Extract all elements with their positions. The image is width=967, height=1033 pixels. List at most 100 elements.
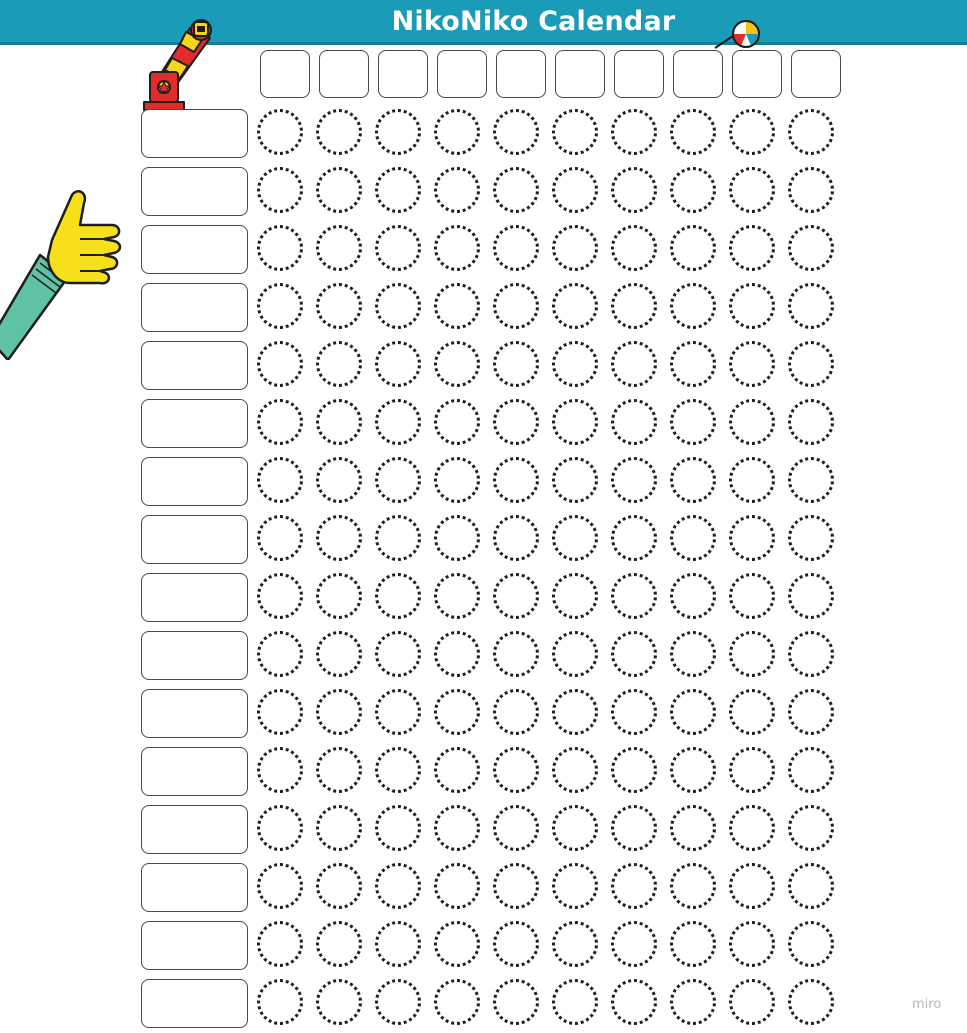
- mood-circle[interactable]: [375, 457, 421, 503]
- mood-circle[interactable]: [788, 515, 834, 561]
- mood-circle[interactable]: [493, 747, 539, 793]
- mood-circle[interactable]: [434, 399, 480, 445]
- mood-circle[interactable]: [729, 399, 775, 445]
- mood-circle[interactable]: [434, 283, 480, 329]
- member-name-cell-8[interactable]: [141, 515, 248, 564]
- mood-circle[interactable]: [611, 283, 657, 329]
- mood-circle[interactable]: [434, 515, 480, 561]
- mood-circle[interactable]: [316, 921, 362, 967]
- mood-circle[interactable]: [257, 747, 303, 793]
- mood-circle[interactable]: [316, 399, 362, 445]
- mood-circle[interactable]: [788, 457, 834, 503]
- mood-circle[interactable]: [375, 747, 421, 793]
- mood-circle[interactable]: [552, 283, 598, 329]
- member-name-cell-10[interactable]: [141, 631, 248, 680]
- mood-circle[interactable]: [611, 921, 657, 967]
- day-cell-7[interactable]: [614, 50, 664, 98]
- mood-circle[interactable]: [611, 399, 657, 445]
- mood-circle[interactable]: [552, 805, 598, 851]
- mood-circle[interactable]: [493, 341, 539, 387]
- mood-circle[interactable]: [788, 167, 834, 213]
- member-name-cell-6[interactable]: [141, 399, 248, 448]
- mood-circle[interactable]: [552, 689, 598, 735]
- mood-circle[interactable]: [434, 689, 480, 735]
- mood-circle[interactable]: [257, 399, 303, 445]
- mood-circle[interactable]: [375, 689, 421, 735]
- mood-circle[interactable]: [729, 631, 775, 677]
- mood-circle[interactable]: [670, 747, 716, 793]
- mood-circle[interactable]: [670, 167, 716, 213]
- mood-circle[interactable]: [434, 921, 480, 967]
- mood-circle[interactable]: [611, 341, 657, 387]
- member-name-cell-16[interactable]: [141, 979, 248, 1028]
- mood-circle[interactable]: [316, 805, 362, 851]
- mood-circle[interactable]: [670, 341, 716, 387]
- mood-circle[interactable]: [316, 515, 362, 561]
- mood-circle[interactable]: [257, 167, 303, 213]
- mood-circle[interactable]: [788, 341, 834, 387]
- member-name-cell-13[interactable]: [141, 805, 248, 854]
- mood-circle[interactable]: [257, 225, 303, 271]
- mood-circle[interactable]: [788, 399, 834, 445]
- mood-circle[interactable]: [375, 921, 421, 967]
- mood-circle[interactable]: [729, 979, 775, 1025]
- mood-circle[interactable]: [257, 979, 303, 1025]
- mood-circle[interactable]: [670, 631, 716, 677]
- mood-circle[interactable]: [257, 921, 303, 967]
- mood-circle[interactable]: [493, 863, 539, 909]
- mood-circle[interactable]: [788, 109, 834, 155]
- mood-circle[interactable]: [316, 631, 362, 677]
- mood-circle[interactable]: [316, 689, 362, 735]
- mood-circle[interactable]: [670, 979, 716, 1025]
- mood-circle[interactable]: [552, 921, 598, 967]
- mood-circle[interactable]: [493, 515, 539, 561]
- mood-circle[interactable]: [375, 515, 421, 561]
- mood-circle[interactable]: [729, 109, 775, 155]
- mood-circle[interactable]: [788, 805, 834, 851]
- mood-circle[interactable]: [434, 805, 480, 851]
- mood-circle[interactable]: [493, 283, 539, 329]
- mood-circle[interactable]: [611, 631, 657, 677]
- member-name-cell-12[interactable]: [141, 747, 248, 796]
- mood-circle[interactable]: [611, 805, 657, 851]
- mood-circle[interactable]: [611, 747, 657, 793]
- mood-circle[interactable]: [552, 109, 598, 155]
- mood-circle[interactable]: [729, 283, 775, 329]
- mood-circle[interactable]: [257, 515, 303, 561]
- mood-circle[interactable]: [670, 805, 716, 851]
- mood-circle[interactable]: [316, 979, 362, 1025]
- mood-circle[interactable]: [493, 631, 539, 677]
- mood-circle[interactable]: [611, 689, 657, 735]
- mood-circle[interactable]: [434, 979, 480, 1025]
- day-cell-6[interactable]: [555, 50, 605, 98]
- mood-circle[interactable]: [316, 167, 362, 213]
- mood-circle[interactable]: [729, 863, 775, 909]
- day-cell-3[interactable]: [378, 50, 428, 98]
- day-cell-1[interactable]: [260, 50, 310, 98]
- mood-circle[interactable]: [552, 515, 598, 561]
- member-name-cell-2[interactable]: [141, 167, 248, 216]
- mood-circle[interactable]: [788, 225, 834, 271]
- mood-circle[interactable]: [670, 863, 716, 909]
- mood-circle[interactable]: [375, 167, 421, 213]
- mood-circle[interactable]: [434, 573, 480, 619]
- mood-circle[interactable]: [316, 747, 362, 793]
- mood-circle[interactable]: [257, 631, 303, 677]
- mood-circle[interactable]: [611, 573, 657, 619]
- mood-circle[interactable]: [670, 225, 716, 271]
- mood-circle[interactable]: [493, 979, 539, 1025]
- mood-circle[interactable]: [493, 225, 539, 271]
- mood-circle[interactable]: [788, 747, 834, 793]
- mood-circle[interactable]: [552, 399, 598, 445]
- mood-circle[interactable]: [729, 167, 775, 213]
- mood-circle[interactable]: [375, 573, 421, 619]
- mood-circle[interactable]: [375, 341, 421, 387]
- mood-circle[interactable]: [729, 805, 775, 851]
- mood-circle[interactable]: [493, 399, 539, 445]
- mood-circle[interactable]: [257, 283, 303, 329]
- mood-circle[interactable]: [375, 399, 421, 445]
- mood-circle[interactable]: [257, 689, 303, 735]
- mood-circle[interactable]: [434, 341, 480, 387]
- mood-circle[interactable]: [375, 283, 421, 329]
- mood-circle[interactable]: [552, 457, 598, 503]
